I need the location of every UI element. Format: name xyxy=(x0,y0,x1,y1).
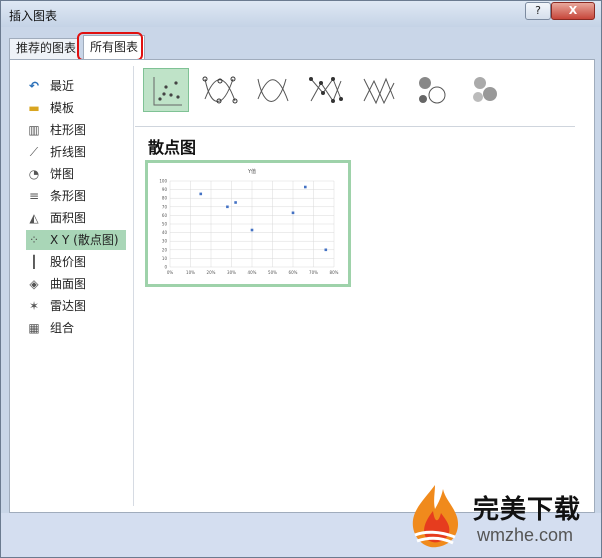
scatter-chart-icon: ⁘ xyxy=(28,233,40,247)
sidebar-item-label: 曲面图 xyxy=(50,277,87,291)
sidebar-item-label: 条形图 xyxy=(50,189,87,203)
help-button[interactable]: ? xyxy=(525,2,551,20)
y-tick-label: 20 xyxy=(162,247,168,252)
scatter-point xyxy=(291,211,295,215)
sidebar-item-label: 组合 xyxy=(50,321,75,335)
recent-icon: ↶ xyxy=(28,79,40,93)
sidebar-item-combo-chart[interactable]: ▦ 组合 xyxy=(26,318,126,338)
folder-icon: ▬ xyxy=(28,101,40,115)
y-tick-label: 0 xyxy=(164,265,167,270)
sidebar-item-label: 饼图 xyxy=(50,167,75,181)
combo-chart-icon: ▦ xyxy=(28,321,40,335)
window-title: 插入图表 xyxy=(9,9,58,23)
radar-chart-icon: ✶ xyxy=(28,299,40,313)
chart-type-title: 散点图 xyxy=(148,138,197,157)
sidebar-item-label: X Y (散点图) xyxy=(50,233,119,247)
sidebar-item-bar-chart[interactable]: ≡ 条形图 xyxy=(26,186,126,206)
sidebar-item-label: 柱形图 xyxy=(50,123,87,137)
subtype-bubble-3d[interactable] xyxy=(461,68,507,112)
insert-chart-dialog: 插入图表 ? X 推荐的图表 所有图表 ↶ 最近 ▬ 模板 ▥ 柱形图 ⟋ 折线图 ◔ 饼图 ≡ 条形… xyxy=(0,0,602,558)
chart-type-list: ↶ 最近 ▬ 模板 ▥ 柱形图 ⟋ 折线图 ◔ 饼图 ≡ 条形图 ◭ 面积图 ⁘ X Y (散点图) ┃ 股价图 ◈… xyxy=(10,66,134,506)
y-tick-label: 90 xyxy=(162,187,168,192)
column-chart-icon: ▥ xyxy=(28,123,40,137)
surface-chart-icon: ◈ xyxy=(29,277,39,291)
sidebar-item-column-chart[interactable]: ▥ 柱形图 xyxy=(26,120,126,140)
tab-content: ↶ 最近 ▬ 模板 ▥ 柱形图 ⟋ 折线图 ◔ 饼图 ≡ 条形图 ◭ 面积图 ⁘ X Y (散点图) ┃ 股价图 ◈… xyxy=(9,59,595,513)
sidebar-item-stock-chart[interactable]: ┃ 股价图 xyxy=(26,252,126,272)
scatter-point xyxy=(304,185,307,189)
bar-chart-icon: ≡ xyxy=(28,189,40,203)
subtype-bubble[interactable] xyxy=(408,68,454,112)
scatter-point xyxy=(250,228,254,232)
tab-recommended-charts[interactable]: 推荐的图表 xyxy=(9,38,79,59)
sidebar-item-radar-chart[interactable]: ✶ 雷达图 xyxy=(26,296,126,316)
subtype-scatter-smooth[interactable] xyxy=(249,68,295,112)
sidebar-item-folder[interactable]: ▬ 模板 xyxy=(26,98,126,118)
y-tick-label: 80 xyxy=(162,196,168,201)
watermark-subtext: wmzhe.com xyxy=(477,525,574,545)
sidebar-item-label: 最近 xyxy=(50,79,75,93)
preview-scatter-chart: Y值 0 10 20 30 40 50 60 70 80 90 100 0% 10% 20% 30% 40% 50… xyxy=(159,168,339,275)
subtype-scatter-straight-markers[interactable] xyxy=(302,68,348,112)
sidebar-item-label: 股价图 xyxy=(50,255,87,269)
tab-all-charts[interactable]: 所有图表 xyxy=(83,35,145,59)
sidebar-item-scatter-chart[interactable]: ⁘ X Y (散点图) xyxy=(26,230,126,250)
sidebar-item-label: 模板 xyxy=(50,101,75,115)
line-chart-icon: ⟋ xyxy=(29,145,39,159)
title-bar: 插入图表 ? X xyxy=(1,1,601,27)
sidebar-item-label: 雷达图 xyxy=(50,299,87,313)
x-tick-label: 30% xyxy=(227,270,236,275)
scatter-point xyxy=(199,192,203,196)
x-tick-label: 10% xyxy=(186,270,195,275)
x-tick-label: 70% xyxy=(309,270,318,275)
y-tick-label: 100 xyxy=(159,179,167,184)
x-tick-label: 20% xyxy=(207,270,216,275)
x-tick-label: 40% xyxy=(248,270,257,275)
separator xyxy=(135,126,575,127)
sidebar-item-label: 面积图 xyxy=(50,211,87,225)
bubble-3d-icon xyxy=(473,77,497,102)
stock-chart-icon: ┃ xyxy=(30,255,38,269)
sidebar-item-pie-chart[interactable]: ◔ 饼图 xyxy=(26,164,126,184)
chart-preview[interactable]: Y值 0 10 20 30 40 50 60 70 80 90 100 0% 10% 20% 30% 40% 50… xyxy=(145,160,351,287)
sidebar-item-surface-chart[interactable]: ◈ 曲面图 xyxy=(26,274,126,294)
scatter-point xyxy=(234,201,237,204)
sidebar-item-line-chart[interactable]: ⟋ 折线图 xyxy=(26,142,126,162)
pie-chart-icon: ◔ xyxy=(28,167,40,181)
bubble-icon xyxy=(419,77,446,104)
watermark-text: 完美下载 xyxy=(473,495,582,525)
scatter-straight-lines-icon xyxy=(363,77,395,105)
close-button[interactable]: X xyxy=(551,2,595,20)
scatter-point xyxy=(324,248,328,252)
subtype-scatter-straight[interactable] xyxy=(355,68,401,112)
y-tick-label: 30 xyxy=(162,239,168,244)
scatter-smooth-lines-icon xyxy=(257,78,289,102)
sidebar-item-label: 折线图 xyxy=(50,145,87,159)
subtype-scatter[interactable] xyxy=(143,68,189,112)
scatter-straight-lines-markers-icon xyxy=(309,77,343,103)
y-tick-label: 60 xyxy=(162,213,168,218)
watermark-logo: 完美下载 wmzhe.com xyxy=(403,481,602,557)
subtype-scatter-smooth-markers[interactable] xyxy=(196,68,242,112)
x-tick-label: 0% xyxy=(167,270,174,275)
x-tick-label: 50% xyxy=(268,270,277,275)
x-tick-label: 60% xyxy=(289,270,298,275)
x-tick-label: 80% xyxy=(330,270,339,275)
y-tick-label: 70 xyxy=(162,204,168,209)
sidebar-item-area-chart[interactable]: ◭ 面积图 xyxy=(26,208,126,228)
scatter-point xyxy=(226,205,229,209)
y-tick-label: 40 xyxy=(162,230,168,235)
scatter-smooth-lines-markers-icon xyxy=(202,76,238,104)
sidebar-item-recent[interactable]: ↶ 最近 xyxy=(26,76,126,96)
scatter-icon xyxy=(153,77,182,106)
preview-chart-title: Y值 xyxy=(247,168,256,175)
y-tick-label: 10 xyxy=(162,256,168,261)
area-chart-icon: ◭ xyxy=(29,211,39,225)
flame-logo-icon xyxy=(412,485,459,548)
y-tick-label: 50 xyxy=(162,222,168,227)
